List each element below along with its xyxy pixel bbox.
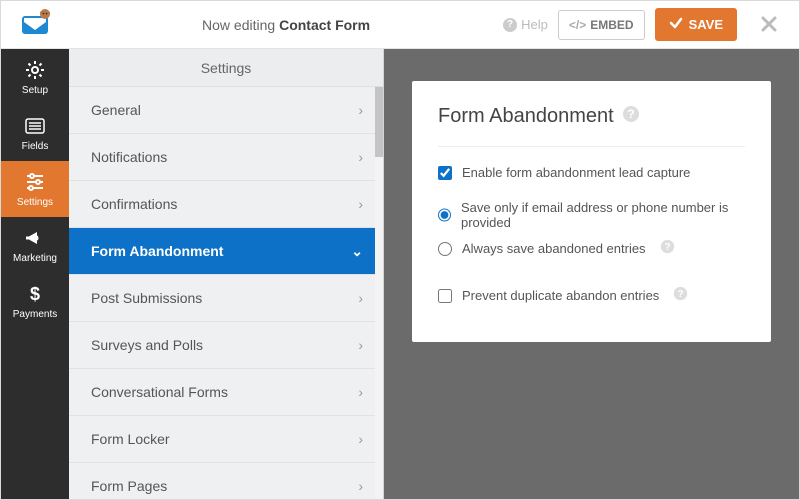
save-conditional-radio[interactable] — [438, 208, 451, 222]
megaphone-icon — [24, 227, 46, 249]
chevron-right-icon: › — [358, 102, 363, 118]
sidenav-label: Payments — [13, 309, 57, 320]
now-editing-label: Now editing Contact Form — [69, 17, 503, 33]
settings-item-general[interactable]: General › — [69, 87, 383, 134]
embed-button-label: EMBED — [590, 18, 633, 32]
chevron-right-icon: › — [358, 384, 363, 400]
settings-item-label: Surveys and Polls — [91, 337, 203, 353]
dollar-icon: $ — [24, 283, 46, 305]
sidenav-item-settings[interactable]: Settings — [1, 161, 69, 217]
settings-item-post-submissions[interactable]: Post Submissions › — [69, 275, 383, 322]
sidenav-item-payments[interactable]: $ Payments — [1, 273, 69, 329]
chevron-right-icon: › — [358, 149, 363, 165]
embed-button[interactable]: </> EMBED — [558, 10, 645, 40]
code-icon: </> — [569, 18, 586, 32]
settings-item-label: Confirmations — [91, 196, 177, 212]
list-icon — [24, 115, 46, 137]
save-always-radio[interactable] — [438, 242, 452, 256]
divider — [438, 146, 745, 147]
prevent-dupes-option[interactable]: Prevent duplicate abandon entries ? — [438, 286, 745, 305]
panel-title-text: Form Abandonment — [438, 105, 614, 128]
settings-item-label: Conversational Forms — [91, 384, 228, 400]
enable-abandonment-label: Enable form abandonment lead capture — [462, 165, 690, 180]
sidenav-label: Fields — [22, 141, 49, 152]
svg-text:?: ? — [664, 242, 670, 253]
settings-item-notifications[interactable]: Notifications › — [69, 134, 383, 181]
settings-item-form-abandonment[interactable]: Form Abandonment ⌄ — [69, 228, 383, 275]
settings-column: Settings General › Notifications › Confi… — [69, 49, 384, 499]
sidenav-item-setup[interactable]: Setup — [1, 49, 69, 105]
help-icon[interactable]: ? — [660, 239, 675, 258]
scrollbar-track[interactable] — [375, 87, 383, 499]
check-icon — [669, 16, 683, 33]
panel-title: Form Abandonment ? — [438, 105, 745, 128]
settings-column-title: Settings — [69, 49, 383, 87]
sidenav-item-fields[interactable]: Fields — [1, 105, 69, 161]
close-button[interactable] — [747, 12, 791, 38]
settings-item-label: Form Pages — [91, 478, 167, 494]
form-abandonment-panel: Form Abandonment ? Enable form abandonme… — [412, 81, 771, 342]
side-nav: Setup Fields Settings Marketing — [1, 49, 69, 499]
settings-item-form-locker[interactable]: Form Locker › — [69, 416, 383, 463]
settings-item-label: General — [91, 102, 141, 118]
chevron-down-icon: ⌄ — [351, 243, 363, 260]
chevron-right-icon: › — [358, 337, 363, 353]
chevron-right-icon: › — [358, 478, 363, 494]
chevron-right-icon: › — [358, 196, 363, 212]
settings-item-label: Post Submissions — [91, 290, 202, 306]
gear-icon — [24, 59, 46, 81]
svg-text:?: ? — [627, 107, 634, 121]
enable-abandonment-checkbox[interactable] — [438, 166, 452, 180]
save-button-label: SAVE — [689, 17, 723, 32]
sidenav-item-marketing[interactable]: Marketing — [1, 217, 69, 273]
settings-item-form-pages[interactable]: Form Pages › — [69, 463, 383, 499]
settings-list: General › Notifications › Confirmations … — [69, 87, 383, 499]
scrollbar-thumb[interactable] — [375, 87, 383, 157]
save-button[interactable]: SAVE — [655, 8, 737, 41]
close-icon — [761, 12, 777, 37]
help-icon[interactable]: ? — [673, 286, 688, 305]
save-always-label: Always save abandoned entries — [462, 241, 646, 256]
settings-item-surveys-polls[interactable]: Surveys and Polls › — [69, 322, 383, 369]
help-link[interactable]: ? Help — [503, 17, 548, 32]
help-icon[interactable]: ? — [622, 105, 640, 128]
sidenav-label: Setup — [22, 85, 48, 96]
chevron-right-icon: › — [358, 290, 363, 306]
enable-abandonment-option[interactable]: Enable form abandonment lead capture — [438, 165, 745, 180]
settings-item-conversational-forms[interactable]: Conversational Forms › — [69, 369, 383, 416]
save-conditional-label: Save only if email address or phone numb… — [461, 200, 745, 230]
settings-item-label: Form Locker — [91, 431, 170, 447]
settings-item-label: Form Abandonment — [91, 243, 223, 259]
content-area: Form Abandonment ? Enable form abandonme… — [384, 49, 799, 499]
save-conditional-option[interactable]: Save only if email address or phone numb… — [438, 200, 745, 230]
help-label: Help — [521, 17, 548, 32]
prevent-dupes-checkbox[interactable] — [438, 289, 452, 303]
sidenav-label: Marketing — [13, 253, 57, 264]
sliders-icon — [24, 171, 46, 193]
help-icon: ? — [503, 18, 517, 32]
svg-text:?: ? — [678, 289, 684, 300]
settings-item-confirmations[interactable]: Confirmations › — [69, 181, 383, 228]
sidenav-label: Settings — [17, 197, 53, 208]
settings-item-label: Notifications — [91, 149, 167, 165]
svg-text:$: $ — [30, 284, 40, 304]
save-always-option[interactable]: Always save abandoned entries ? — [438, 239, 745, 258]
chevron-right-icon: › — [358, 431, 363, 447]
top-header: Now editing Contact Form ? Help </> EMBE… — [1, 1, 799, 49]
app-logo — [1, 1, 69, 49]
prevent-dupes-label: Prevent duplicate abandon entries — [462, 288, 659, 303]
